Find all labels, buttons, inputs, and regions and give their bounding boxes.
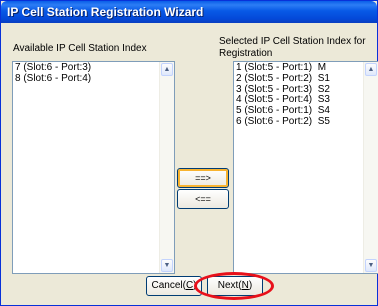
selected-listbox[interactable]: 1 (Slot:5 - Port:1) M 2 (Slot:5 - Port:2… — [233, 61, 378, 274]
list-item[interactable]: 2 (Slot:5 - Port:2) S1 — [236, 73, 330, 85]
available-listbox[interactable]: 7 (Slot:6 - Port:3) 8 (Slot:6 - Port:4) … — [12, 61, 175, 274]
add-button[interactable]: ==> — [177, 168, 229, 188]
remove-button[interactable]: <== — [177, 189, 229, 209]
highlight-circle — [194, 272, 274, 300]
scroll-down-icon[interactable]: ▼ — [365, 259, 377, 272]
cancel-label: Cancel( — [151, 280, 186, 291]
selected-scrollbar[interactable]: ▲ ▼ — [363, 62, 378, 273]
available-list-label: Available IP Cell Station Index — [13, 43, 147, 54]
scroll-up-icon[interactable]: ▲ — [365, 63, 377, 76]
title-bar[interactable]: IP Cell Station Registration Wizard — [1, 1, 377, 23]
list-item[interactable]: 6 (Slot:6 - Port:2) S5 — [236, 116, 330, 128]
scroll-down-icon[interactable]: ▼ — [161, 259, 173, 272]
wizard-window: IP Cell Station Registration Wizard Avai… — [0, 0, 378, 306]
scroll-up-icon[interactable]: ▲ — [161, 63, 173, 76]
window-title: IP Cell Station Registration Wizard — [7, 5, 204, 19]
selected-list-label-line1: Selected IP Cell Station Index for — [219, 36, 366, 47]
available-scrollbar[interactable]: ▲ ▼ — [159, 62, 174, 273]
selected-list-label: Selected IP Cell Station Index for Regis… — [219, 36, 366, 60]
selected-list-label-line2: Registration — [219, 48, 273, 59]
list-item[interactable]: 8 (Slot:6 - Port:4) — [15, 73, 91, 85]
